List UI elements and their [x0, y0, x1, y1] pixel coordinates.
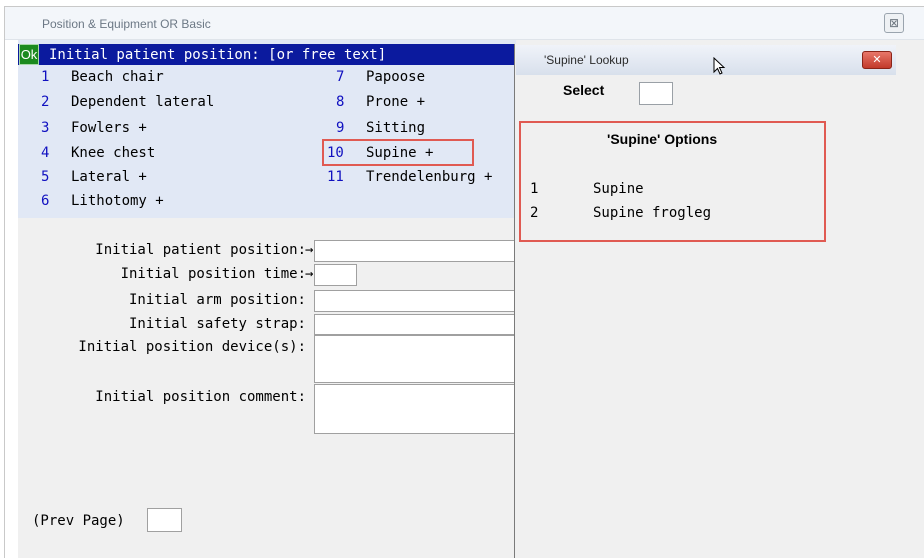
- prev-page-label: (Prev Page): [32, 513, 125, 529]
- position-time-label: Initial position time:: [120, 266, 306, 282]
- select-input[interactable]: [639, 82, 673, 105]
- choice-number: 6: [41, 193, 50, 209]
- choice-prone[interactable]: Prone +: [366, 93, 425, 111]
- choice-fowlers[interactable]: Fowlers +: [71, 119, 147, 137]
- option-number: 2: [530, 205, 539, 221]
- choice-number: 1: [41, 69, 50, 85]
- position-comment-field[interactable]: [314, 384, 516, 434]
- mouse-cursor-icon: [713, 57, 726, 75]
- supine-highlight-box: [322, 139, 474, 166]
- window-close-button[interactable]: ⊠: [884, 13, 904, 33]
- choice-number: 5: [41, 169, 50, 185]
- choice-trendelenburg[interactable]: Trendelenburg +: [366, 168, 492, 186]
- choice-number: 3: [41, 120, 50, 136]
- choice-beach-chair[interactable]: Beach chair: [71, 68, 164, 86]
- choice-number: 4: [41, 145, 50, 161]
- choice-number: 11: [327, 169, 344, 185]
- option-supine-frogleg[interactable]: Supine frogleg: [593, 204, 711, 222]
- arm-position-field[interactable]: [314, 290, 516, 312]
- choice-sitting[interactable]: Sitting: [366, 119, 425, 137]
- arrow-icon: →: [305, 242, 314, 258]
- choice-lateral[interactable]: Lateral +: [71, 168, 147, 186]
- patient-position-label: Initial patient position:: [95, 242, 306, 258]
- position-device-label: Initial position device(s):: [78, 339, 306, 355]
- lookup-close-button[interactable]: ✕: [862, 51, 892, 69]
- options-heading: 'Supine' Options: [607, 131, 718, 147]
- prompt-text: Initial patient position: [or free text]: [49, 47, 387, 63]
- arm-position-label: Initial arm position:: [128, 292, 306, 308]
- position-comment-label: Initial position comment:: [95, 389, 306, 405]
- safety-strap-field[interactable]: [314, 314, 516, 335]
- lookup-title: 'Supine' Lookup: [544, 53, 629, 67]
- option-supine[interactable]: Supine: [593, 180, 644, 198]
- choice-number: 9: [336, 120, 345, 136]
- ok-button[interactable]: Ok: [19, 44, 39, 65]
- choice-dependent-lateral[interactable]: Dependent lateral: [71, 93, 214, 111]
- safety-strap-label: Initial safety strap:: [128, 316, 306, 332]
- choice-knee-chest[interactable]: Knee chest: [71, 144, 155, 162]
- choice-number: 2: [41, 94, 50, 110]
- position-device-field[interactable]: [314, 335, 516, 383]
- patient-position-field[interactable]: [314, 240, 516, 262]
- option-number: 1: [530, 181, 539, 197]
- choice-papoose[interactable]: Papoose: [366, 68, 425, 86]
- window-title: Position & Equipment OR Basic: [42, 17, 211, 31]
- arrow-icon: →: [305, 266, 314, 282]
- choice-number: 7: [336, 69, 345, 85]
- position-time-field[interactable]: [314, 264, 357, 286]
- choice-number: 8: [336, 94, 345, 110]
- select-label: Select: [563, 82, 605, 98]
- prev-page-input[interactable]: [147, 508, 182, 532]
- choice-lithotomy[interactable]: Lithotomy +: [71, 192, 164, 210]
